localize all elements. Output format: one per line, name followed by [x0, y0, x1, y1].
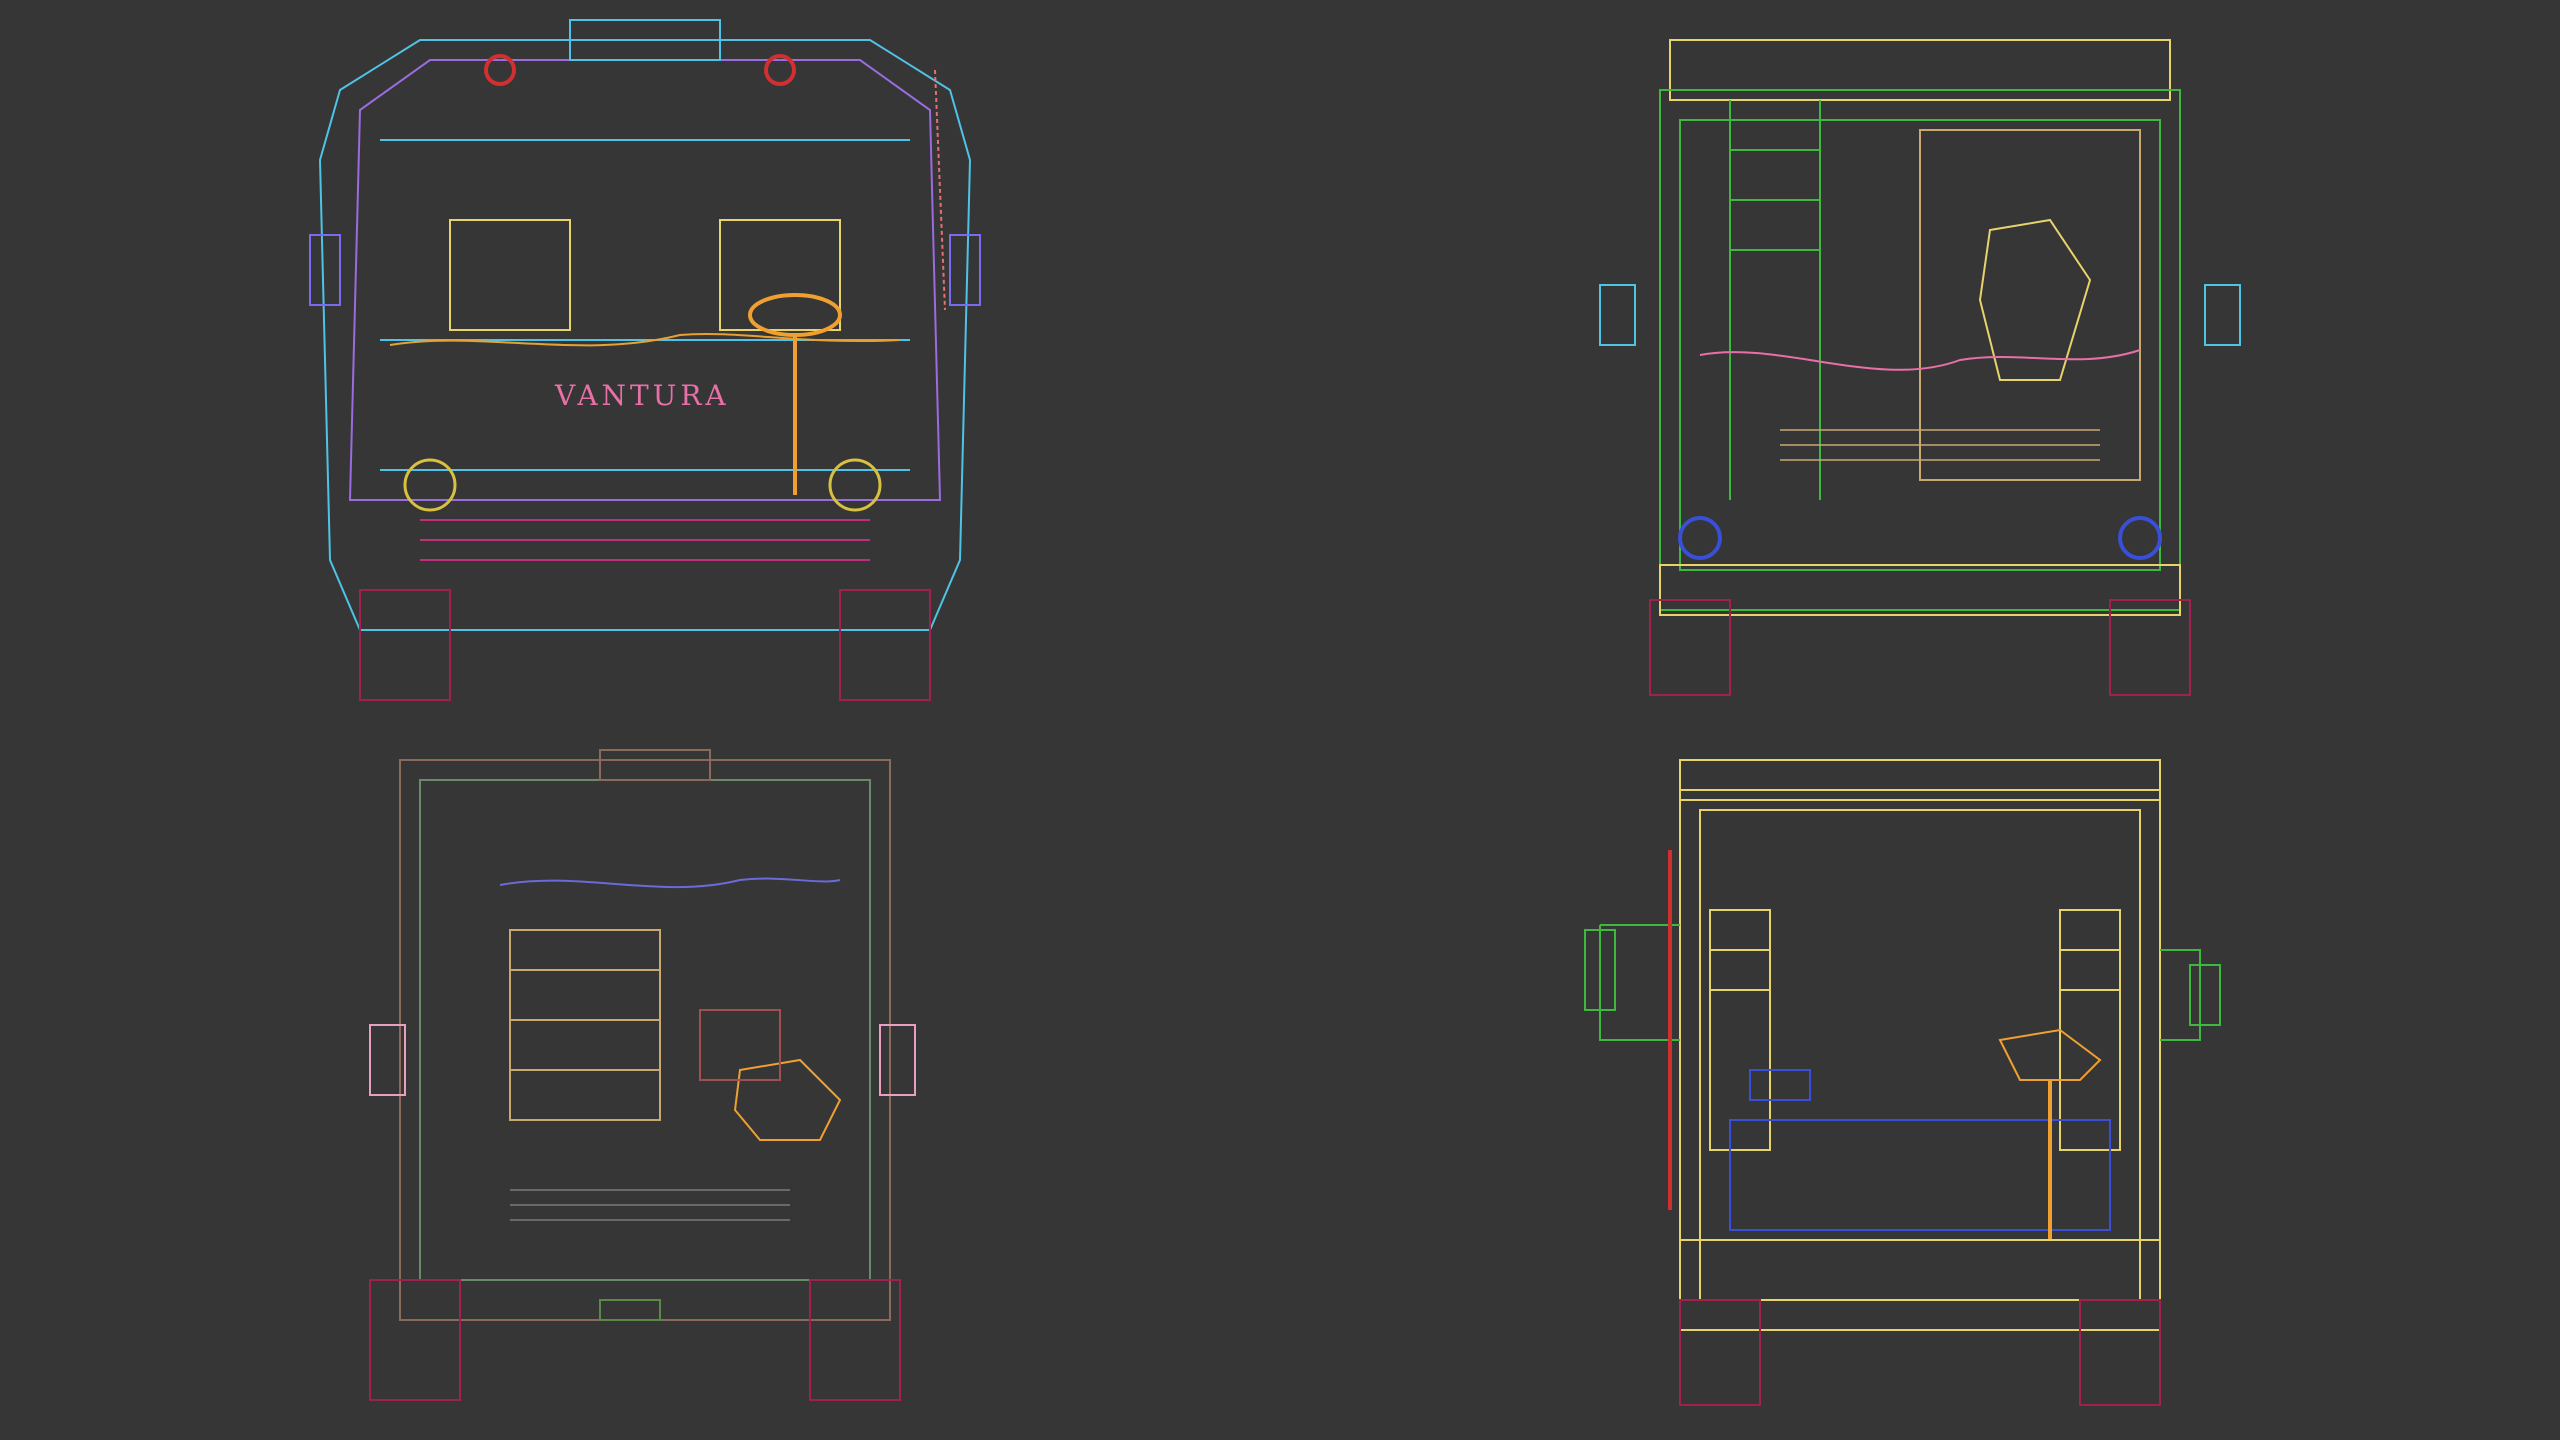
viewport-rear-green-wireframe[interactable] — [1360, 0, 2460, 720]
front-faded-wireframe-drawing — [369, 749, 916, 1401]
front-wireframe-drawing: VANTURA — [309, 19, 981, 701]
viewport-front-wireframe[interactable]: VANTURA — [180, 0, 1280, 720]
viewport-front-faded-wireframe[interactable] — [180, 720, 1280, 1440]
brand-lettering: VANTURA — [554, 379, 730, 412]
viewport-rear-yellow-wireframe[interactable] — [1360, 720, 2460, 1440]
rear-yellow-wireframe-drawing — [1584, 759, 2221, 1406]
rear-green-wireframe-drawing — [1599, 39, 2241, 696]
